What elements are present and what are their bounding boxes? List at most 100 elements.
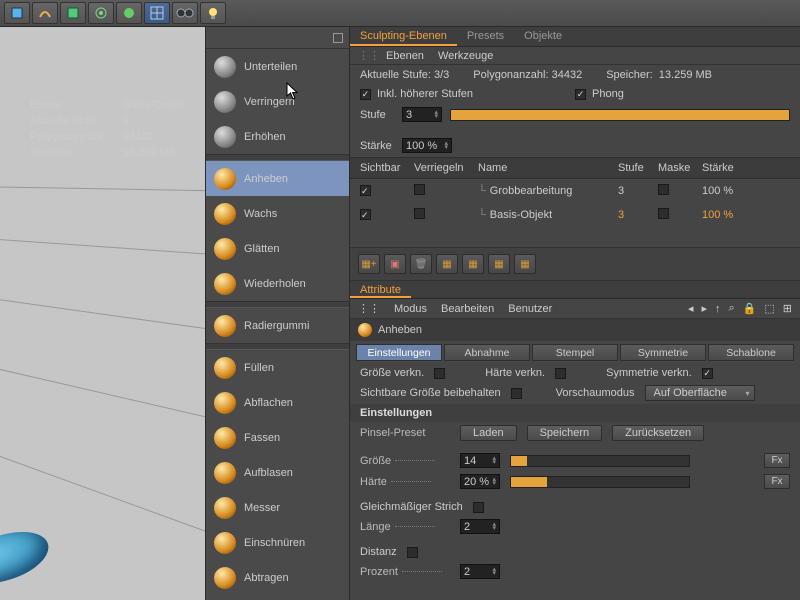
mesh-object[interactable] [0,522,55,593]
chk-gleichm-strich[interactable] [473,502,484,513]
layer-b-icon[interactable]: ▦ [462,254,484,274]
lbl-staerke: Stärke [360,140,394,152]
subtab-ebenen[interactable]: Ebenen [386,50,424,62]
grid-icon[interactable] [144,2,170,24]
input-prozent: 2▴▾ [460,564,500,579]
tool-label: Unterteilen [244,61,297,73]
chk-visible[interactable]: ✓ [360,209,371,220]
slider-stufe[interactable] [450,109,790,121]
input-stufe[interactable]: 3▴▾ [402,107,442,122]
cube2-icon[interactable] [60,2,86,24]
tool-wiederholen[interactable]: Wiederholen [206,266,349,301]
chk-groesse-verkn[interactable] [434,368,445,379]
properties-panel: Sculpting-Ebenen Presets Objekte ⋮⋮ Eben… [350,27,800,600]
tool-fassen[interactable]: Fassen [206,420,349,455]
undock-icon[interactable] [333,33,343,43]
pbtn-einstellungen[interactable]: Einstellungen [356,344,442,361]
subtab-werkzeuge[interactable]: Werkzeuge [438,50,493,62]
chk-lock[interactable] [414,208,425,219]
btn-fx-haerte[interactable]: Fx [764,474,790,489]
layer-d-icon[interactable]: ▦ [514,254,536,274]
tool-label: Wachs [244,208,277,220]
tool-radiergummi[interactable]: Radiergummi [206,308,349,343]
pbtn-stempel[interactable]: Stempel [532,344,618,361]
tool-verringern[interactable]: Verringern [206,84,349,119]
tool-füllen[interactable]: Füllen [206,350,349,385]
input-haerte[interactable]: 20 %▴▾ [460,474,500,489]
lbl-inkl-hoherer: Inkl. höherer Stufen [377,88,473,100]
tab-objekte[interactable]: Objekte [514,27,572,46]
nav-fwd-icon[interactable]: ▸ [701,302,707,315]
add-layer-icon[interactable]: ▦+ [358,254,380,274]
tool-glätten[interactable]: Glätten [206,231,349,266]
trash-icon[interactable]: 🗑 [410,254,432,274]
slider-groesse[interactable] [510,455,690,467]
layer-table-header: Sichtbar Verriegeln Name Stufe Maske Stä… [350,157,800,179]
chk-haerte-verkn[interactable] [555,368,566,379]
grip-icon[interactable]: ⋮⋮ [358,302,380,315]
tool-einschnüren[interactable]: Einschnüren [206,525,349,560]
chk-mask[interactable] [658,184,669,195]
lbl-pinsel-preset: Pinsel-Preset [360,427,450,439]
tool-label: Fassen [244,432,280,444]
tab-attribute[interactable]: Attribute [350,281,411,298]
lock-icon[interactable]: 🔒 [743,302,757,315]
tool-messer[interactable]: Messer [206,490,349,525]
chk-inkl-hoherer[interactable]: ✓ [360,89,371,100]
tool-icon [214,126,236,148]
tool-icon [214,532,236,554]
tool-abtragen[interactable]: Abtragen [206,560,349,595]
nav-back-icon[interactable]: ◂ [688,302,694,315]
chk-visible[interactable]: ✓ [360,185,371,196]
layer-c-icon[interactable]: ▦ [488,254,510,274]
tool-aufblasen[interactable]: Aufblasen [206,455,349,490]
curl-icon[interactable] [32,2,58,24]
layer-row[interactable]: ✓└Grobbearbeitung3100 % [350,179,800,203]
btn-laden[interactable]: Laden [460,425,517,441]
more-icon[interactable]: ⊞ [783,302,792,315]
bulb-green-icon[interactable] [116,2,142,24]
grip-icon[interactable]: ⋮⋮ [358,49,372,62]
btn-zuruecksetzen[interactable]: Zurücksetzen [612,425,704,441]
cube-icon[interactable] [4,2,30,24]
search-icon[interactable]: ⌕ [729,302,735,315]
chk-lock[interactable] [414,184,425,195]
pin-icon[interactable]: ⬚ [764,302,774,315]
slider-haerte[interactable] [510,476,690,488]
pbtn-schablone[interactable]: Schablone [708,344,794,361]
chk-distanz[interactable] [407,547,418,558]
atom-icon[interactable] [88,2,114,24]
layer-a-icon[interactable]: ▦ [436,254,458,274]
panel-tabs: Sculpting-Ebenen Presets Objekte [350,27,800,47]
tab-sculpting-ebenen[interactable]: Sculpting-Ebenen [350,27,457,46]
bulb-icon[interactable] [200,2,226,24]
tool-header: Anheben [350,319,800,341]
folder-icon[interactable]: ▣ [384,254,406,274]
tool-anheben[interactable]: Anheben [206,161,349,196]
viewport[interactable]: Ebene: Basis-Objekt Aktuelle Stufe: 3 Po… [0,27,205,600]
menu-modus[interactable]: Modus [394,303,427,315]
tab-presets[interactable]: Presets [457,27,514,46]
chk-sichtbare-groesse[interactable] [511,388,522,399]
dd-vorschaumodus[interactable]: Auf Oberfläche [645,385,755,401]
layer-row[interactable]: ✓└Basis-Objekt3100 % [350,203,800,227]
chk-mask[interactable] [658,208,669,219]
viewport-hud: Ebene: Basis-Objekt Aktuelle Stufe: 3 Po… [30,97,185,161]
tool-icon [214,497,236,519]
chk-symmetrie-verkn[interactable]: ✓ [702,368,713,379]
pbtn-symmetrie[interactable]: Symmetrie [620,344,706,361]
pbtn-abnahme[interactable]: Abnahme [444,344,530,361]
chk-phong[interactable]: ✓ [575,89,586,100]
nav-up-icon[interactable]: ↑ [715,303,721,315]
input-groesse[interactable]: 14▴▾ [460,453,500,468]
goggles-icon[interactable] [172,2,198,24]
tool-icon [214,203,236,225]
menu-bearbeiten[interactable]: Bearbeiten [441,303,494,315]
tool-unterteilen[interactable]: Unterteilen [206,49,349,84]
tool-wachs[interactable]: Wachs [206,196,349,231]
input-staerke[interactable]: 100 %▴▾ [402,138,452,153]
btn-fx-groesse[interactable]: Fx [764,453,790,468]
menu-benutzer[interactable]: Benutzer [508,303,552,315]
tool-abflachen[interactable]: Abflachen [206,385,349,420]
btn-speichern[interactable]: Speichern [527,425,603,441]
